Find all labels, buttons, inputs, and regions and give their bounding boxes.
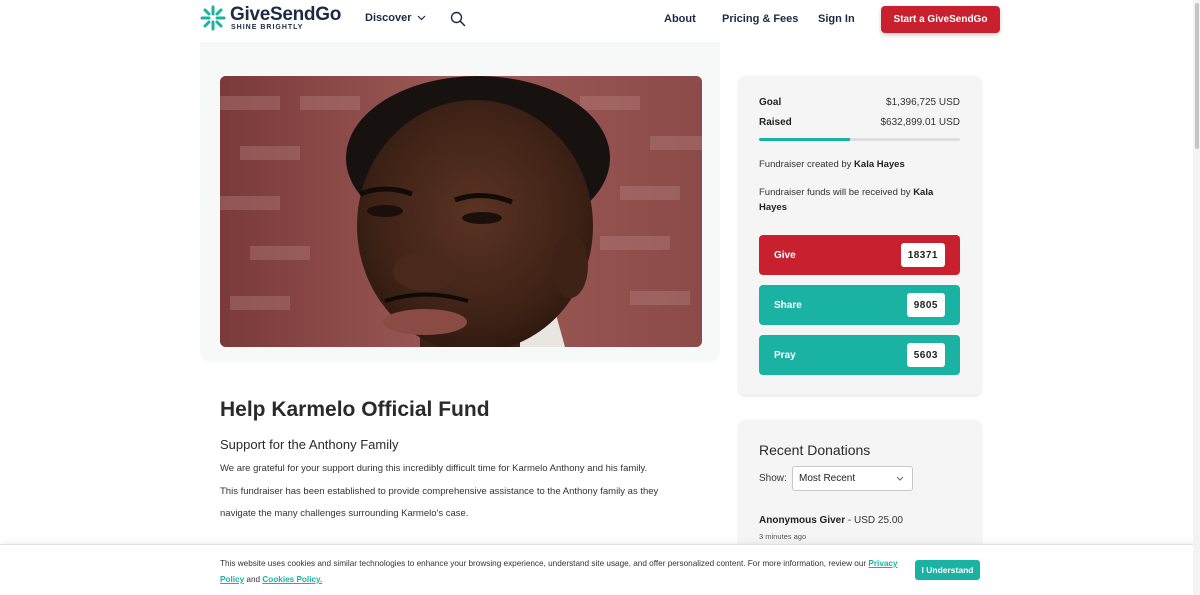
donation-item: Anonymous Giver - USD 25.00 <box>759 515 903 526</box>
share-button[interactable]: Share 9805 <box>759 285 960 325</box>
logo-name: GiveSendGo <box>230 4 342 25</box>
raised-value: $632,899.01 USD <box>880 117 960 128</box>
campaign-subtitle: Support for the Anthony Family <box>220 437 399 452</box>
cookie-consent-bar: This website uses cookies and similar te… <box>0 544 1200 595</box>
show-label: Show: <box>759 473 787 484</box>
creator-name: Kala Hayes <box>854 159 905 170</box>
campaign-photo <box>220 76 702 347</box>
search-icon[interactable] <box>450 11 466 27</box>
cookie-and-text: and <box>244 575 263 584</box>
nav-pricing[interactable]: Pricing & Fees <box>722 13 798 25</box>
recent-donations-title: Recent Donations <box>759 442 871 458</box>
goal-value: $1,396,725 USD <box>886 97 960 108</box>
nav-sign-in[interactable]: Sign In <box>818 13 855 25</box>
campaign-paragraph: navigate the many challenges surrounding… <box>220 508 469 519</box>
cookie-message: This website uses cookies and similar te… <box>220 556 910 588</box>
campaign-title: Help Karmelo Official Fund <box>220 398 490 421</box>
donation-time: 3 minutes ago <box>759 532 807 541</box>
donor-name: Anonymous Giver <box>759 515 846 526</box>
campaign-paragraph: We are grateful for your support during … <box>220 463 648 474</box>
give-count: 18371 <box>900 243 945 267</box>
sort-donations-select[interactable]: Most Recent <box>792 466 913 491</box>
cookie-text: This website uses cookies and similar te… <box>220 559 869 568</box>
chevron-down-icon <box>896 476 904 481</box>
sort-selected-value: Most Recent <box>799 473 856 484</box>
cookies-policy-link[interactable]: Cookies Policy. <box>262 575 322 584</box>
site-header: GiveSendGo SHINE BRIGHTLY Discover About… <box>0 0 1200 42</box>
received-by-text: Fundraiser funds will be received by Kal… <box>759 185 959 215</box>
logo-tagline: SHINE BRIGHTLY <box>231 24 304 31</box>
share-label: Share <box>774 299 802 311</box>
accept-cookies-button[interactable]: I Understand <box>915 560 980 580</box>
fundraiser-stats-card: Goal $1,396,725 USD Raised $632,899.01 U… <box>739 76 981 395</box>
campaign-paragraph: This fundraiser has been established to … <box>220 486 659 497</box>
give-button[interactable]: Give 18371 <box>759 235 960 275</box>
give-label: Give <box>774 249 796 261</box>
nav-discover-label: Discover <box>365 12 412 24</box>
portrait-image <box>220 76 702 347</box>
pray-count: 5603 <box>906 343 945 367</box>
goal-row: Goal $1,396,725 USD <box>759 97 960 108</box>
funding-progress-fill <box>759 138 851 141</box>
raised-row: Raised $632,899.01 USD <box>759 117 960 128</box>
sparkle-logo-icon <box>200 5 226 31</box>
created-by-text: Fundraiser created by Kala Hayes <box>759 157 959 172</box>
pray-button[interactable]: Pray 5603 <box>759 335 960 375</box>
raised-label: Raised <box>759 117 792 128</box>
received-by-label: Fundraiser funds will be received by <box>759 187 914 198</box>
share-count: 9805 <box>906 293 945 317</box>
scrollbar-thumb[interactable] <box>1195 3 1199 149</box>
created-by-label: Fundraiser created by <box>759 159 855 170</box>
chevron-down-icon <box>418 15 426 21</box>
goal-label: Goal <box>759 97 782 108</box>
nav-about[interactable]: About <box>664 13 696 25</box>
start-givesendgo-button[interactable]: Start a GiveSendGo <box>881 6 1000 33</box>
funding-progress-bar <box>759 138 960 141</box>
donation-amount: - USD 25.00 <box>845 515 903 526</box>
pray-label: Pray <box>774 349 796 361</box>
givesendgo-logo[interactable]: GiveSendGo SHINE BRIGHTLY <box>200 5 341 31</box>
nav-discover[interactable]: Discover <box>365 12 426 24</box>
